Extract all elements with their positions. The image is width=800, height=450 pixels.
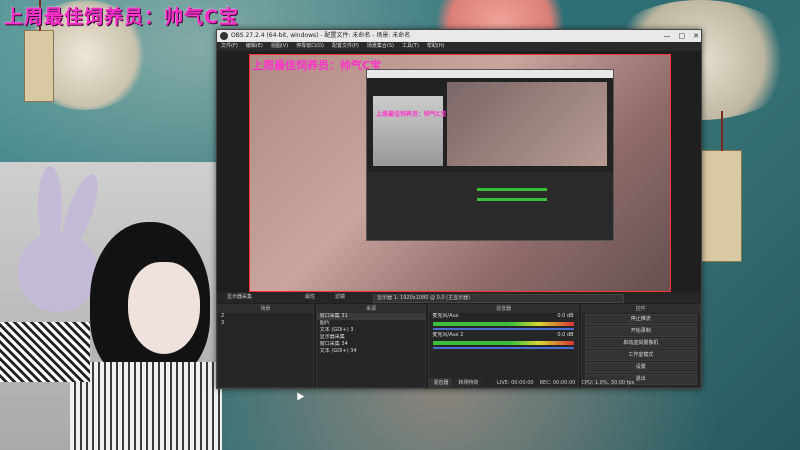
source-item[interactable]: 显示器采集: [317, 334, 426, 341]
menu-edit[interactable]: 编辑(E): [246, 42, 263, 51]
properties-button[interactable]: 属性: [305, 292, 315, 303]
menu-file[interactable]: 文件(F): [221, 42, 238, 51]
maximize-button[interactable]: □: [679, 30, 686, 42]
obs-window[interactable]: OBS 27.2.4 (64-bit, windows) - 配置文件: 未命名…: [216, 29, 702, 389]
scene-item[interactable]: 2: [218, 313, 313, 320]
controls-dock: 控件 停止推流 开始录制 启动虚拟摄像机 工作室模式 设置 退出: [580, 304, 701, 388]
sources-dock: 来源 窗口采集 31 图片 文本 (GDI+) 3 显示器采集 窗口采集 34 …: [315, 304, 427, 388]
source-item[interactable]: 文本 (GDI+) 3: [317, 327, 426, 334]
obs-logo-icon: [220, 32, 228, 40]
hanging-tag-left: [24, 0, 54, 102]
nested-preview-canvas: [447, 82, 607, 166]
scenes-header: 场景: [218, 305, 313, 313]
preview-overlay-title: 上周最佳饲养员：帅气C宝: [252, 59, 382, 72]
person-shirt: [70, 362, 222, 450]
nested-overlay-title: 上周最佳饲养员：帅气C宝: [376, 111, 447, 118]
rec-timer: REC: 00:00:00: [539, 380, 576, 386]
houndstooth-pillow: [0, 322, 90, 382]
settings-button[interactable]: 设置: [584, 362, 697, 373]
source-item[interactable]: 窗口采集 31: [316, 313, 426, 320]
stop-streaming-button[interactable]: 停止推流: [584, 314, 697, 325]
window-controls: — □ ✕: [664, 30, 700, 42]
sources-header: 来源: [316, 305, 426, 313]
nested-docks: [367, 172, 613, 240]
source-item[interactable]: 文本 (GDI+) 34: [317, 348, 426, 355]
mixer-channel-name: 麦克风/Aux 0.0 dB: [432, 313, 574, 319]
obs-preview[interactable]: 上周最佳饲养员：帅气C宝 上周最佳饲养员：帅气C宝: [249, 54, 671, 292]
menu-profile[interactable]: 配置文件(P): [332, 42, 359, 51]
live-timer: LIVE: 00:00:00: [497, 380, 534, 386]
start-recording-button[interactable]: 开始录制: [584, 326, 697, 337]
obs-titlebar[interactable]: OBS 27.2.4 (64-bit, windows) - 配置文件: 未命名…: [217, 30, 701, 42]
source-item[interactable]: 窗口采集 34: [317, 341, 426, 348]
nested-webcam: [373, 96, 443, 166]
nested-obs-preview: [366, 69, 614, 241]
minimize-button[interactable]: —: [664, 30, 671, 42]
audio-volume-slider[interactable]: [433, 328, 574, 330]
overlay-title: 上周最佳饲养员：帅气C宝: [4, 6, 239, 28]
studio-mode-button[interactable]: 工作室模式: [584, 350, 697, 361]
menu-view[interactable]: 视图(V): [271, 42, 288, 51]
audio-meter: [433, 341, 574, 345]
display-select[interactable]: 显示器 1: 1920x1080 @ 0,0 (主显示器): [373, 294, 624, 303]
controls-header: 控件: [581, 305, 700, 313]
plush-bunny-head: [18, 232, 98, 312]
webcam-feed: [0, 162, 222, 450]
filters-button[interactable]: 滤镜: [335, 292, 345, 303]
close-button[interactable]: ✕: [693, 30, 699, 42]
obs-window-title: OBS 27.2.4 (64-bit, windows) - 配置文件: 未命名…: [231, 32, 411, 39]
source-toolbar: 显示器采集 属性 滤镜 显示器 1: 1920x1080 @ 0,0 (主显示器…: [217, 292, 701, 303]
obs-docks: 场景 2 3 来源 窗口采集 31 图片 文本 (GDI+) 3 显示器采集 窗…: [217, 304, 701, 388]
scenes-dock: 场景 2 3: [217, 304, 314, 388]
source-item[interactable]: 图片: [317, 320, 426, 327]
hanging-tag-right: [700, 111, 742, 262]
status-bar: LIVE: 00:00:00 REC: 00:00:00 CPU: 1.0%, …: [497, 379, 701, 388]
tab-mixer[interactable]: 混音器: [429, 378, 453, 387]
mixer-dock: 混音器 麦克风/Aux 0.0 dB 麦克风/Aux 2 0.0 dB 混音器 …: [428, 304, 579, 388]
audio-volume-slider[interactable]: [433, 347, 574, 349]
mixer-channel-name: 麦克风/Aux 2 0.0 dB: [432, 332, 574, 338]
menu-scene-collection[interactable]: 场景集合(S): [367, 42, 394, 51]
cpu-fps: CPU: 1.0%, 30.00 fps: [581, 380, 635, 386]
audio-meter: [433, 322, 574, 326]
menu-help[interactable]: 帮助(H): [427, 42, 445, 51]
menu-tools[interactable]: 工具(T): [402, 42, 419, 51]
mixer-header: 混音器: [429, 305, 578, 313]
scene-item[interactable]: 3: [218, 320, 313, 327]
person-face: [128, 262, 200, 354]
obs-menubar: 文件(F) 编辑(E) 视图(V) 停靠窗口(D) 配置文件(P) 场景集合(S…: [217, 42, 701, 51]
tab-transitions[interactable]: 转场特效: [454, 378, 483, 387]
menu-docks[interactable]: 停靠窗口(D): [296, 42, 324, 51]
selected-source-label: 显示器采集: [227, 294, 253, 300]
virtual-camera-button[interactable]: 启动虚拟摄像机: [584, 338, 697, 349]
